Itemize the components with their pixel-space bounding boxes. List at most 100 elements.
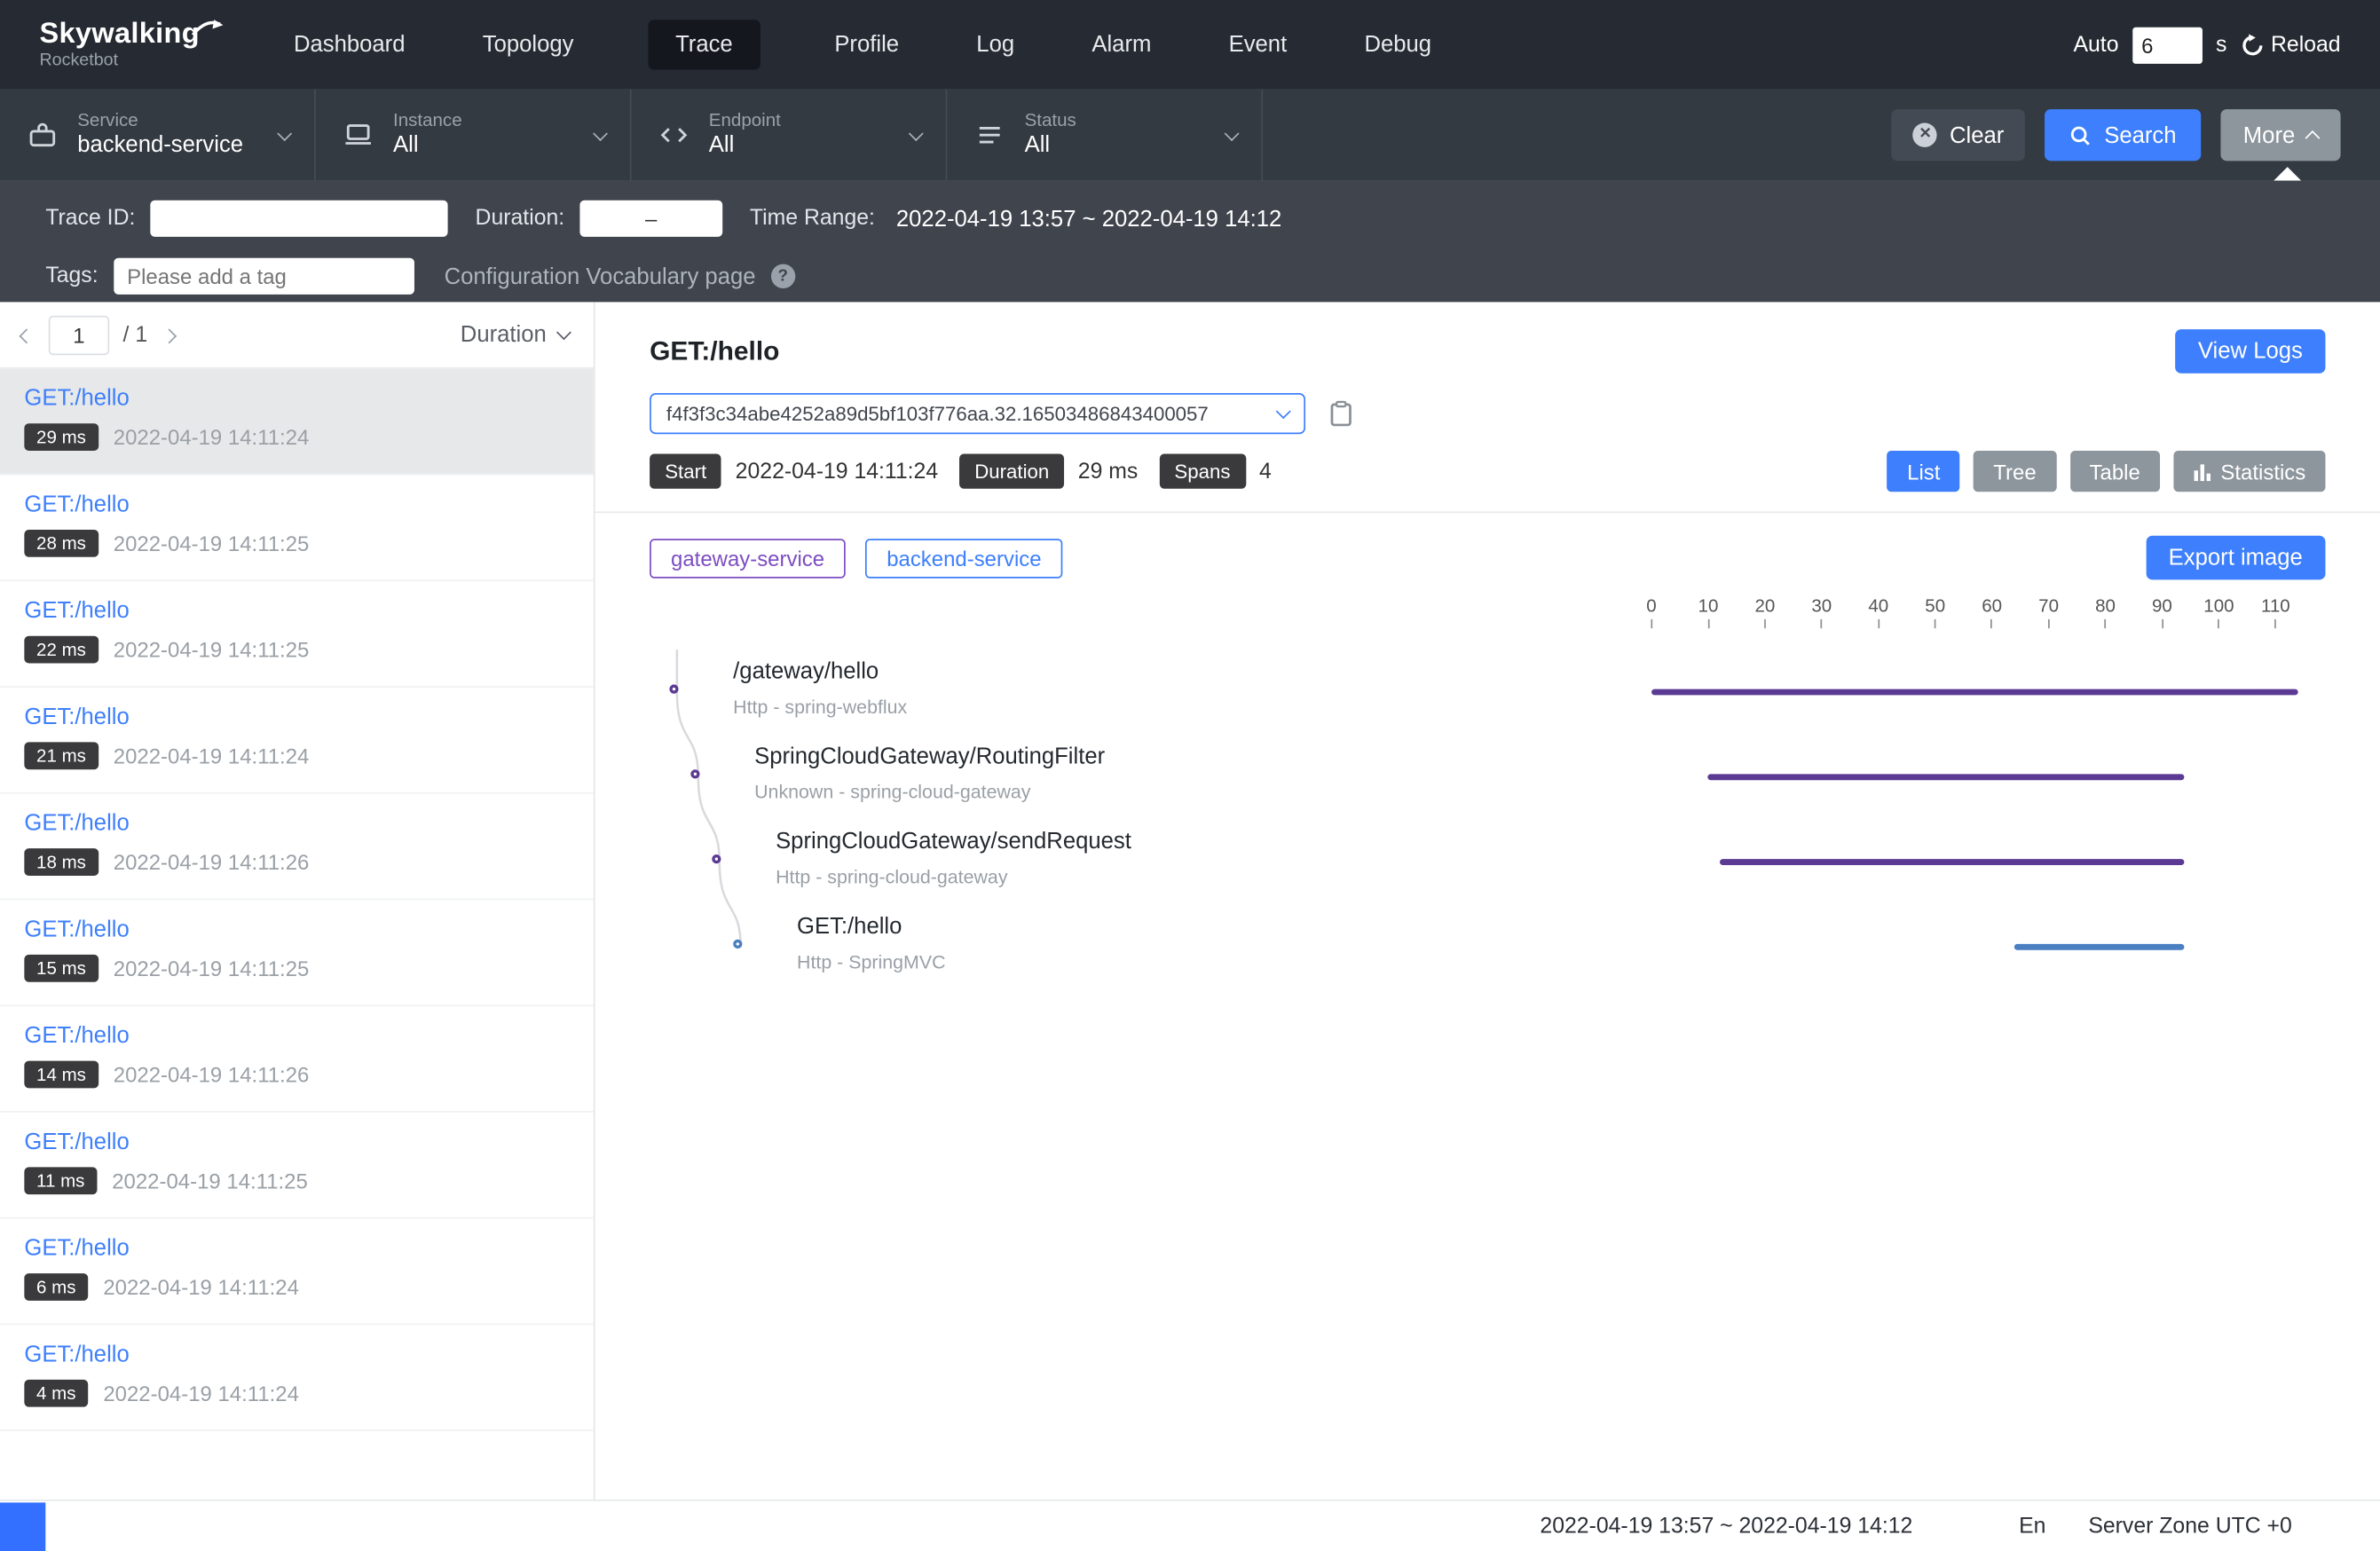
trace-list-item[interactable]: GET:/hello21 ms2022-04-19 14:11:24 (0, 688, 594, 794)
span-bar-track (1651, 904, 2301, 989)
trace-title-link[interactable]: GET:/hello (24, 1023, 569, 1049)
bar-chart-icon (2194, 462, 2212, 481)
top-nav: Skywalking Rocketbot DashboardTopologyTr… (0, 0, 2380, 90)
axis-tick: 80 (2095, 595, 2116, 629)
filter-instance-dropdown[interactable]: InstanceAll (316, 90, 632, 181)
duration-badge: 22 ms (24, 636, 98, 664)
trace-id-input[interactable] (150, 201, 447, 237)
more-conditions-panel: Trace ID: Duration: Time Range: 2022-04-… (0, 181, 2380, 303)
trace-list-header: / 1 Duration (0, 302, 594, 368)
search-button[interactable]: Search (2045, 109, 2201, 161)
clear-circle-x-icon: ✕ (1913, 123, 1937, 147)
export-image-button[interactable]: Export image (2146, 536, 2325, 580)
chevron-down-icon (593, 125, 608, 140)
brand-name: Skywalking (39, 20, 199, 50)
view-logs-button[interactable]: View Logs (2175, 329, 2325, 374)
sort-dropdown[interactable]: Duration (461, 322, 570, 348)
trace-list-item[interactable]: GET:/hello14 ms2022-04-19 14:11:26 (0, 1006, 594, 1113)
trace-title-link[interactable]: GET:/hello (24, 1130, 569, 1155)
filter-service-dropdown[interactable]: Servicebackend-service (0, 90, 316, 181)
stat-label-badge: Start (650, 453, 721, 488)
view-mode-tree[interactable]: Tree (1974, 451, 2056, 492)
nav-item-dashboard[interactable]: Dashboard (291, 20, 408, 69)
span-row[interactable]: SpringCloudGateway/RoutingFilterUnknown … (650, 735, 2325, 820)
chevron-down-icon (1276, 404, 1291, 419)
filter-value: All (1025, 132, 1076, 161)
trace-list-item[interactable]: GET:/hello18 ms2022-04-19 14:11:26 (0, 794, 594, 901)
trace-id-select[interactable]: f4f3f3c34abe4252a89d5bf103f776aa.32.1650… (650, 393, 1305, 434)
nav-item-topology[interactable]: Topology (479, 20, 577, 69)
tags-input[interactable] (114, 258, 414, 295)
duration-badge: 18 ms (24, 848, 98, 876)
span-bar-track (1651, 820, 2301, 905)
trace-timestamp: 2022-04-19 14:11:25 (114, 531, 310, 555)
auto-interval-input[interactable] (2132, 27, 2203, 63)
instance-icon (343, 120, 374, 150)
status-icon (974, 120, 1005, 150)
trace-list-item[interactable]: GET:/hello15 ms2022-04-19 14:11:25 (0, 900, 594, 1006)
nav-item-log[interactable]: Log (973, 20, 1018, 69)
filter-endpoint-dropdown[interactable]: EndpointAll (632, 90, 948, 181)
trace-list-item[interactable]: GET:/hello11 ms2022-04-19 14:11:25 (0, 1113, 594, 1219)
trace-title-link[interactable]: GET:/hello (24, 917, 569, 942)
trace-timestamp: 2022-04-19 14:11:24 (103, 1275, 299, 1299)
span-node-icon (690, 769, 699, 778)
trace-title-link[interactable]: GET:/hello (24, 705, 569, 730)
view-mode-table[interactable]: Table (2069, 451, 2160, 492)
help-icon[interactable]: ? (771, 264, 795, 288)
filter-label: Endpoint (709, 109, 781, 132)
trace-list-item[interactable]: GET:/hello22 ms2022-04-19 14:11:25 (0, 581, 594, 688)
server-zone[interactable]: Server Zone UTC +0 (2088, 1514, 2292, 1538)
condition-row-1: Trace ID: Duration: Time Range: 2022-04-… (45, 193, 2380, 244)
trace-items: GET:/hello29 ms2022-04-19 14:11:24GET:/h… (0, 369, 594, 1500)
filter-label: Service (77, 109, 243, 132)
prev-page-button[interactable] (19, 318, 35, 351)
next-page-button[interactable] (162, 318, 178, 351)
more-button[interactable]: More (2220, 109, 2340, 161)
copy-icon[interactable] (1329, 401, 1352, 427)
legend-gateway-service[interactable]: gateway-service (650, 538, 846, 577)
view-mode-switcher: List Tree Table Statistics (1887, 451, 2326, 492)
nav-item-alarm[interactable]: Alarm (1089, 20, 1155, 69)
trace-title-link[interactable]: GET:/hello (24, 598, 569, 624)
view-mode-statistics[interactable]: Statistics (2173, 451, 2325, 492)
trace-title-link[interactable]: GET:/hello (24, 1342, 569, 1367)
stat-value: 4 (1259, 459, 1272, 483)
trace-detail-panel: GET:/hello View Logs f4f3f3c34abe4252a89… (595, 302, 2380, 1500)
trace-title-link[interactable]: GET:/hello (24, 492, 569, 517)
trace-list-item[interactable]: GET:/hello 28 ms 2022-04-19 14:11:25 (0, 475, 594, 581)
time-range-value[interactable]: 2022-04-19 13:57 ~ 2022-04-19 14:12 (896, 206, 1281, 232)
reload-icon (2241, 33, 2265, 57)
reload-button[interactable]: Reload (2241, 33, 2341, 57)
nav-item-profile[interactable]: Profile (831, 20, 902, 69)
axis-tick: 100 (2203, 595, 2234, 629)
trace-list-item[interactable]: GET:/hello6 ms2022-04-19 14:11:24 (0, 1219, 594, 1326)
axis-tick: 0 (1646, 595, 1656, 629)
trace-title-link[interactable]: GET:/hello (24, 1235, 569, 1261)
duration-input[interactable] (579, 201, 722, 237)
trace-title-link[interactable]: GET:/hello (24, 810, 569, 836)
filter-bar: Servicebackend-serviceInstanceAllEndpoin… (0, 90, 2380, 181)
clear-button[interactable]: ✕ Clear (1892, 109, 2025, 161)
vocabulary-link[interactable]: Configuration Vocabulary page (445, 264, 756, 289)
span-row[interactable]: GET:/helloHttp - SpringMVC (650, 904, 2325, 989)
span-row[interactable]: SpringCloudGateway/sendRequestHttp - spr… (650, 820, 2325, 905)
span-bar-track (1651, 735, 2301, 820)
footer-accent-button[interactable] (0, 1502, 45, 1551)
trace-stats-row: Start2022-04-19 14:11:24Duration29 msSpa… (650, 451, 2325, 492)
language-toggle[interactable]: En (2019, 1514, 2045, 1538)
trace-timestamp: 2022-04-19 14:11:25 (112, 1169, 308, 1193)
duration-badge: 28 ms (24, 530, 98, 557)
trace-list-item[interactable]: GET:/hello29 ms2022-04-19 14:11:24 (0, 369, 594, 476)
page-input[interactable] (49, 315, 109, 354)
trace-list-item[interactable]: GET:/hello4 ms2022-04-19 14:11:24 (0, 1325, 594, 1431)
filter-status-dropdown[interactable]: StatusAll (947, 90, 1263, 181)
filter-value: All (709, 132, 781, 161)
span-row[interactable]: /gateway/helloHttp - spring-webflux (650, 650, 2325, 735)
nav-item-event[interactable]: Event (1225, 20, 1289, 69)
legend-backend-service[interactable]: backend-service (865, 538, 1062, 577)
nav-item-trace[interactable]: Trace (648, 20, 760, 69)
trace-title-link[interactable]: GET:/hello (24, 385, 569, 411)
nav-item-debug[interactable]: Debug (1361, 20, 1434, 69)
view-mode-list[interactable]: List (1887, 451, 1960, 492)
